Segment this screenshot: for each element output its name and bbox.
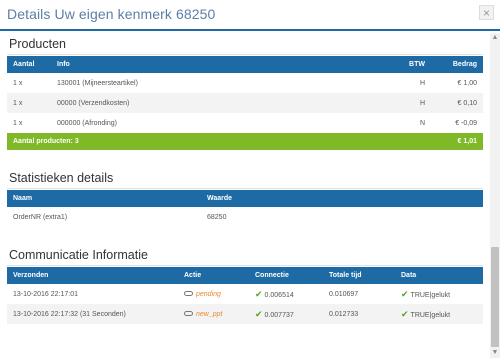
- link-icon: [184, 291, 193, 297]
- comm-verzonden: 13-10-2016 22:17:01: [13, 290, 78, 298]
- product-info: 130001 (Mijneersteartikel): [57, 79, 138, 87]
- product-aantal: 1 x: [13, 79, 23, 87]
- comm-actie-link[interactable]: new_ppt: [196, 311, 222, 318]
- check-icon: ✔: [255, 288, 263, 299]
- table-row: 13-10-2016 22:17:32 (31 Seconden) new_pp…: [7, 304, 483, 324]
- comm-actie-cell: pending: [178, 284, 249, 304]
- column-header-actie[interactable]: Actie: [178, 267, 249, 284]
- column-header-info[interactable]: Info: [51, 56, 341, 73]
- product-info: 000000 (Afronding): [57, 119, 117, 127]
- table-row: 13-10-2016 22:17:01 pending ✔ 0.006514 0.…: [7, 284, 483, 304]
- comm-data: TRUE|gelukt: [410, 291, 451, 299]
- column-header-verzonden[interactable]: Verzonden: [7, 267, 178, 284]
- products-section-title: Producten: [7, 33, 483, 55]
- modal-header: Details Uw eigen kenmerk 68250 ×: [0, 0, 500, 31]
- close-button[interactable]: ×: [479, 5, 494, 20]
- link-icon: [184, 311, 193, 317]
- stats-section-title: Statistieken details: [7, 167, 483, 189]
- check-icon: ✔: [401, 308, 409, 319]
- product-info: 00000 (Verzendkosten): [57, 99, 130, 107]
- modal-title: Details Uw eigen kenmerk 68250: [7, 6, 216, 22]
- products-table: Aantal Info BTW Bedrag 1 x 130001 (Mijne…: [7, 56, 483, 150]
- product-aantal: 1 x: [13, 99, 23, 107]
- product-btw: H: [419, 79, 425, 87]
- comm-data-cell: ✔ TRUE|gelukt: [395, 304, 483, 324]
- scrollbar-thumb[interactable]: [491, 247, 499, 347]
- product-btw: N: [419, 119, 425, 127]
- comm-totale-tijd: 0.012733: [329, 310, 359, 318]
- comm-actie-link[interactable]: pending: [196, 291, 221, 298]
- table-row: 1 x 130001 (Mijneersteartikel) H € 1,00: [7, 73, 483, 93]
- comm-connectie-cell: ✔ 0.007737: [249, 304, 323, 324]
- column-header-totale-tijd[interactable]: Totale tijd: [323, 267, 395, 284]
- comm-data-cell: ✔ TRUE|gelukt: [395, 284, 483, 304]
- stat-naam: OrderNR (extra1): [13, 213, 68, 221]
- table-row: OrderNR (extra1) 68250: [7, 207, 483, 227]
- table-row: 1 x 000000 (Afronding) N € -0,09: [7, 113, 483, 133]
- column-header-waarde[interactable]: Waarde: [201, 190, 483, 207]
- comm-verzonden: 13-10-2016 22:17:32 (31 Seconden): [13, 310, 126, 318]
- comm-connectie: 0.007737: [264, 311, 294, 319]
- comm-table: Verzonden Actie Connectie Totale tijd Da…: [7, 267, 483, 324]
- check-icon: ✔: [255, 308, 263, 319]
- stat-waarde: 68250: [207, 213, 227, 221]
- column-header-btw[interactable]: BTW: [341, 56, 431, 73]
- product-bedrag: € 0,10: [457, 99, 477, 107]
- column-header-bedrag[interactable]: Bedrag: [431, 56, 483, 73]
- modal-body[interactable]: Producten Aantal Info BTW Bedrag 1 x 130…: [0, 33, 500, 358]
- comm-header-row: Verzonden Actie Connectie Totale tijd Da…: [7, 267, 483, 284]
- comm-connectie: 0.006514: [264, 291, 294, 299]
- modal-content: Producten Aantal Info BTW Bedrag 1 x 130…: [7, 33, 483, 324]
- comm-data: TRUE|gelukt: [410, 311, 451, 319]
- column-header-data[interactable]: Data: [395, 267, 483, 284]
- product-bedrag: € 1,00: [457, 79, 477, 87]
- comm-connectie-cell: ✔ 0.006514: [249, 284, 323, 304]
- column-header-connectie[interactable]: Connectie: [249, 267, 323, 284]
- vertical-scrollbar[interactable]: ▲ ▼: [490, 33, 500, 358]
- stats-header-row: Naam Waarde: [7, 190, 483, 207]
- check-icon: ✔: [401, 288, 409, 299]
- stats-table: Naam Waarde OrderNR (extra1) 68250: [7, 190, 483, 227]
- comm-section-title: Communicatie Informatie: [7, 244, 483, 266]
- product-bedrag: € -0,09: [455, 119, 477, 127]
- products-header-row: Aantal Info BTW Bedrag: [7, 56, 483, 73]
- scroll-down-arrow-icon[interactable]: ▼: [490, 348, 500, 358]
- product-aantal: 1 x: [13, 119, 23, 127]
- comm-totale-tijd: 0.010697: [329, 290, 359, 298]
- column-header-aantal[interactable]: Aantal: [7, 56, 51, 73]
- comm-actie-cell: new_ppt: [178, 304, 249, 324]
- scroll-up-arrow-icon[interactable]: ▲: [490, 33, 500, 43]
- products-total: € 1,01: [457, 138, 477, 145]
- products-footer-row: Aantal producten: 3 € 1,01: [7, 133, 483, 150]
- products-count: Aantal producten: 3: [13, 138, 79, 145]
- column-header-naam[interactable]: Naam: [7, 190, 201, 207]
- table-row: 1 x 00000 (Verzendkosten) H € 0,10: [7, 93, 483, 113]
- product-btw: H: [419, 99, 425, 107]
